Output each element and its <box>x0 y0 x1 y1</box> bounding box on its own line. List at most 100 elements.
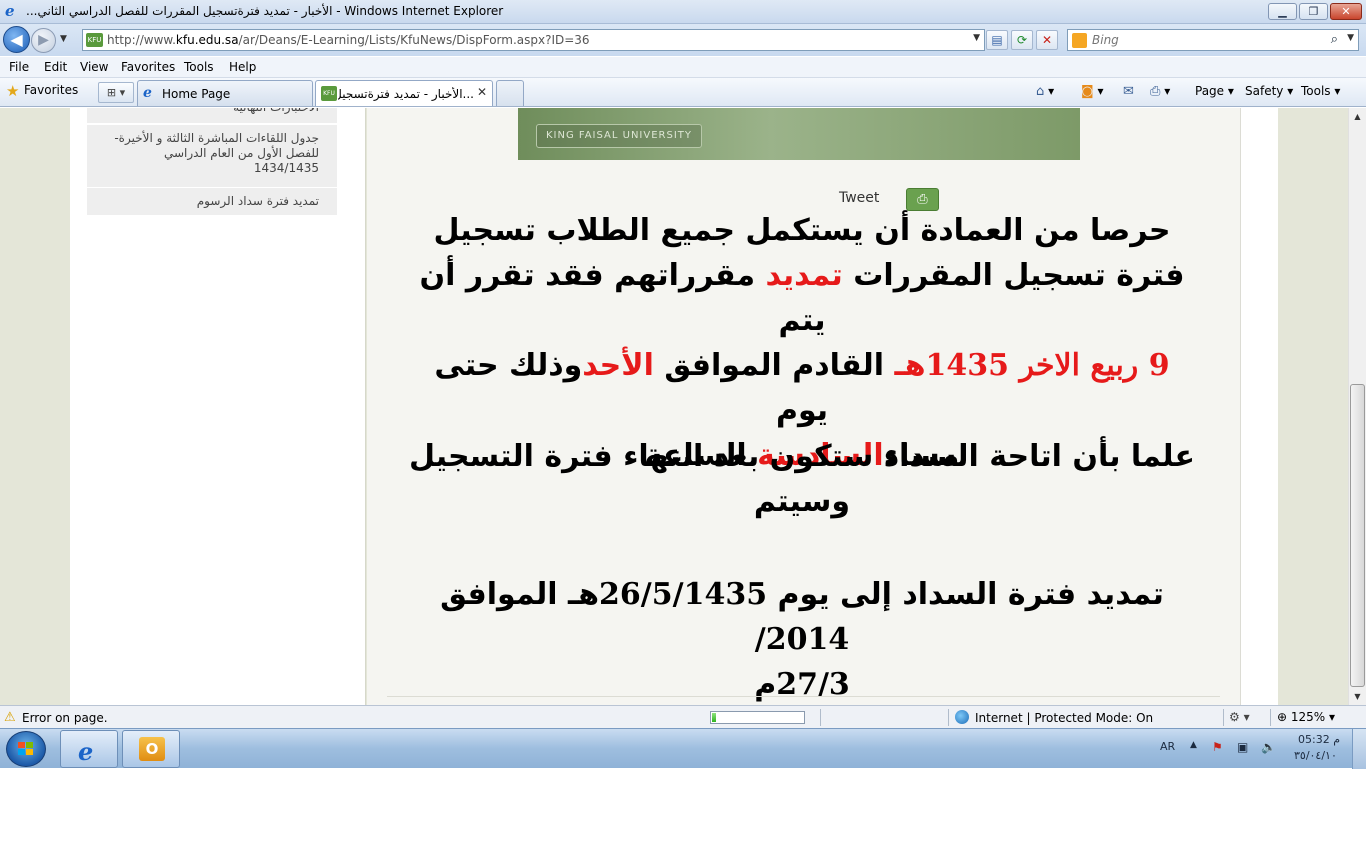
stop-icon[interactable]: ✕ <box>1036 30 1058 50</box>
menu-edit[interactable]: Edit <box>44 60 67 74</box>
warning-icon[interactable]: ⚠ <box>4 710 16 725</box>
ie-logo-icon: e <box>5 2 15 20</box>
tools-menu[interactable]: Tools ▾ <box>1301 84 1340 98</box>
favorites-bar: ★ Favorites ⊞ ▾ e Home Page KFU ...الأخب… <box>0 78 1366 107</box>
page-menu-label: Page <box>1195 84 1225 98</box>
favorites-button[interactable]: ★ Favorites <box>4 82 79 102</box>
clock-time[interactable]: م 05:32 <box>1298 733 1340 746</box>
safety-menu[interactable]: Safety ▾ <box>1245 84 1293 98</box>
sidebar-link-live-sessions-schedule[interactable]: جدول اللقاءات المباشرة الثالثة و الأخيرة… <box>87 125 337 188</box>
url-text[interactable]: http://www.kfu.edu.sa/ar/Deans/E-Learnin… <box>107 33 590 47</box>
refresh-icon[interactable]: ⟳ <box>1011 30 1033 50</box>
print-icon[interactable]: ⎙ ▾ <box>1150 84 1170 99</box>
maximize-button[interactable]: ❐ <box>1299 3 1328 20</box>
left-margin <box>0 108 70 705</box>
home-icon[interactable]: ⌂ ▾ <box>1036 84 1054 99</box>
back-button[interactable]: ◀ <box>3 26 30 53</box>
minimize-button[interactable]: ▁ <box>1268 3 1297 20</box>
search-dropdown-icon[interactable]: ▼ <box>1347 33 1354 43</box>
tab-news-article[interactable]: KFU ...الأخبار - تمديد فترةتسجيل ✕ <box>315 80 493 106</box>
scroll-up-icon[interactable]: ▲ <box>1349 108 1366 125</box>
site-favicon-icon: KFU <box>86 33 103 47</box>
taskbar-internet-explorer[interactable]: e <box>60 730 118 768</box>
address-field[interactable]: KFU http://www.kfu.edu.sa/ar/Deans/E-Lea… <box>82 29 985 51</box>
quick-tabs-button[interactable]: ⊞ ▾ <box>98 82 134 103</box>
zoom-control[interactable]: ⊕ 125% ▾ <box>1277 710 1335 724</box>
article-line: وسيتم <box>753 484 851 519</box>
start-button[interactable] <box>6 731 46 767</box>
loading-progress-bar <box>710 711 805 724</box>
favorites-label: Favorites <box>24 83 79 97</box>
read-mail-icon[interactable]: ✉ <box>1123 84 1134 99</box>
progress-fill <box>712 713 716 722</box>
new-tab-button[interactable] <box>496 80 524 106</box>
search-icon[interactable]: ⌕ <box>1331 32 1338 47</box>
show-desktop-button[interactable] <box>1352 729 1366 769</box>
text-run: تمديد فترة السداد إلى يوم <box>767 577 1164 612</box>
menu-tools[interactable]: Tools <box>184 60 214 74</box>
url-path: /ar/Deans/E-Learning/Lists/KfuNews/DispF… <box>238 33 590 47</box>
sidebar-link-final-exams[interactable]: الاختبارات النهائية <box>87 108 337 124</box>
article-line: فترة تسجيل المقررات تمديد مقرراتهم فقد ت… <box>407 253 1197 343</box>
scroll-down-icon[interactable]: ▼ <box>1349 688 1366 705</box>
highlight-date: 9 ربيع الاخر 1435 <box>925 348 1170 383</box>
right-margin <box>1278 108 1348 705</box>
tweet-link[interactable]: Tweet <box>839 190 879 206</box>
payment-date-gregorian-year: 2014/ <box>754 622 850 657</box>
title-bar: e ...الأخبار - تمديد فترةتسجيل المقررات … <box>0 0 1366 24</box>
status-separator <box>1270 709 1271 726</box>
close-tab-icon[interactable]: ✕ <box>477 85 487 99</box>
sidebar: الاختبارات النهائية جدول اللقاءات المباش… <box>70 108 366 705</box>
kfu-favicon-icon: KFU <box>321 86 337 101</box>
show-hidden-icons-icon[interactable]: ▲ <box>1190 740 1197 750</box>
address-row: ◀ ▶ ▼ KFU http://www.kfu.edu.sa/ar/Deans… <box>0 24 1366 56</box>
text-run: القادم الموافق <box>653 348 895 383</box>
article-line: حرصا من العمادة أن يستكمل جميع الطلاب تس… <box>433 213 1171 248</box>
menu-view[interactable]: View <box>80 60 108 74</box>
recent-pages-dropdown-icon[interactable]: ▼ <box>60 34 72 46</box>
safety-menu-label: Safety <box>1245 84 1284 98</box>
status-tools-icon[interactable]: ⚙ ▾ <box>1229 710 1250 724</box>
status-separator <box>820 709 821 726</box>
article-line: تمديد فترة السداد إلى يوم 26/5/1435هـ ال… <box>407 572 1197 662</box>
status-separator <box>948 709 949 726</box>
language-indicator[interactable]: AR <box>1160 740 1175 753</box>
article-line: علما بأن اتاحة السداد ستكون بعد انتهاء ف… <box>408 439 1196 474</box>
menu-file[interactable]: File <box>9 60 29 74</box>
feeds-icon[interactable]: ◙ ▾ <box>1081 84 1103 99</box>
action-center-flag-icon[interactable]: ⚑ <box>1212 740 1223 754</box>
highlight-extension: تمديد <box>765 258 843 293</box>
close-button[interactable]: ✕ <box>1330 3 1362 20</box>
menu-help[interactable]: Help <box>229 60 256 74</box>
windows-logo-icon <box>18 742 35 757</box>
taskbar-outlook[interactable]: O <box>122 730 180 768</box>
address-dropdown-icon[interactable]: ▼ <box>973 33 980 43</box>
url-prefix: http://www. <box>107 33 176 47</box>
clock-date[interactable]: ٣٥/٠٤/١٠ <box>1294 749 1337 762</box>
bing-icon <box>1072 33 1087 48</box>
network-icon[interactable]: ▣ <box>1237 740 1248 754</box>
security-zone-text[interactable]: Internet | Protected Mode: On <box>975 711 1153 725</box>
sidebar-link-fee-payment-extension[interactable]: تمديد فترة سداد الرسوم <box>87 188 337 216</box>
status-text[interactable]: Error on page. <box>22 711 108 725</box>
highlight-sunday: الأحد <box>582 348 654 383</box>
menu-favorites[interactable]: Favorites <box>121 60 175 74</box>
forward-button[interactable]: ▶ <box>31 28 56 53</box>
page-menu[interactable]: Page ▾ <box>1195 84 1234 98</box>
payment-date-hijri: 26/5/1435 <box>599 577 768 612</box>
outlook-icon: O <box>139 737 165 761</box>
status-separator <box>1223 709 1224 726</box>
volume-icon[interactable]: 🔈 <box>1261 740 1276 754</box>
university-banner: KING FAISAL UNIVERSITY <box>518 108 1080 160</box>
scroll-thumb[interactable] <box>1350 384 1365 687</box>
search-box[interactable]: ⌕ ▼ <box>1067 29 1359 51</box>
search-input[interactable] <box>1092 32 1322 48</box>
favorites-star-icon: ★ <box>6 82 20 100</box>
screen: e ...الأخبار - تمديد فترةتسجيل المقررات … <box>0 0 1366 850</box>
tab-home-page[interactable]: e Home Page <box>137 80 313 106</box>
internet-zone-icon <box>955 710 969 724</box>
vertical-scrollbar[interactable]: ▲ ▼ <box>1348 108 1366 705</box>
right-column <box>1240 108 1278 705</box>
compatibility-view-icon[interactable]: ▤ <box>986 30 1008 50</box>
zoom-level: 125% <box>1290 710 1326 724</box>
